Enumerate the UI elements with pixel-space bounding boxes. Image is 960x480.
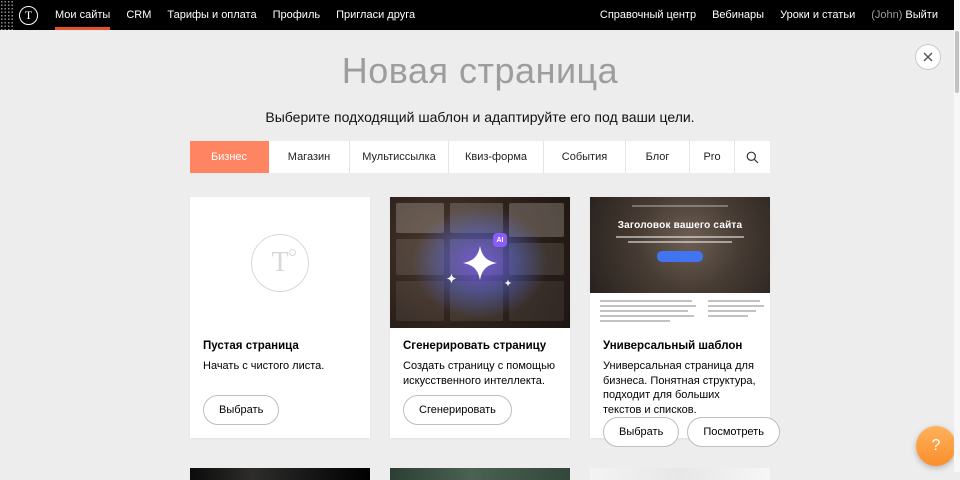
nav-item-webinars[interactable]: Вебинары	[704, 0, 772, 30]
card-description: Начать с чистого листа.	[203, 359, 357, 374]
card-actions: Выбрать Посмотреть	[603, 417, 757, 447]
template-cards-row: T Пустая страница Начать с чистого листа…	[190, 197, 770, 438]
card-title: Сгенерировать страницу	[403, 340, 557, 352]
template-card-partial[interactable]	[590, 468, 770, 480]
tab-shop[interactable]: Магазин	[269, 141, 350, 173]
blank-template-preview: T	[190, 197, 370, 328]
template-card-blank: T Пустая страница Начать с чистого листа…	[190, 197, 370, 438]
tab-multilink[interactable]: Мультиссылка	[350, 141, 449, 173]
preview-text-line	[616, 236, 744, 238]
preview-text-line	[600, 300, 692, 302]
card-body: Сгенерировать страницу Создать страницу …	[390, 328, 570, 438]
preview-text-block	[590, 293, 770, 328]
topbar: T Мои сайты CRM Тарифы и оплата Профиль …	[0, 0, 954, 30]
tab-quiz-form[interactable]: Квиз-форма	[449, 141, 544, 173]
topbar-nav-right: Справочный центр Вебинары Уроки и статьи…	[592, 0, 954, 30]
card-body: Пустая страница Начать с чистого листа. …	[190, 328, 370, 438]
template-card-universal: Заголовок вашего сайта	[590, 197, 770, 438]
card-actions: Выбрать	[203, 395, 357, 425]
nav-item-profile[interactable]: Профиль	[265, 0, 329, 30]
card-title: Универсальный шаблон	[603, 340, 757, 352]
preview-universal-button[interactable]: Посмотреть	[687, 417, 780, 447]
preview-cta-button	[657, 251, 703, 262]
card-description: Создать страницу с помощью искусственног…	[403, 359, 557, 388]
universal-template-preview: Заголовок вашего сайта	[590, 197, 770, 328]
template-card-partial[interactable]	[390, 468, 570, 480]
preview-hero-title: Заголовок вашего сайта	[618, 220, 743, 231]
nav-item-help-center[interactable]: Справочный центр	[592, 0, 704, 30]
preview-text-line	[600, 305, 696, 307]
preview-text-line	[708, 315, 748, 317]
preview-text-line	[708, 305, 764, 307]
nav-item-my-sites[interactable]: Мои сайты	[47, 0, 118, 30]
preview-text-line	[708, 310, 756, 312]
preview-text-line	[600, 315, 694, 317]
texture-pattern	[0, 0, 13, 30]
sparkle-icon	[504, 279, 512, 287]
preview-hero: Заголовок вашего сайта	[590, 197, 770, 293]
template-category-tabs: Бизнес Магазин Мультиссылка Квиз-форма С…	[190, 141, 770, 173]
tab-events[interactable]: События	[544, 141, 626, 173]
preview-text-line	[600, 320, 670, 322]
template-card-partial[interactable]	[190, 468, 370, 480]
preview-text-column	[708, 300, 764, 328]
template-card-ai-generate: AI Сгенерировать страницу Создать страни…	[390, 197, 570, 438]
card-actions: Сгенерировать	[403, 395, 557, 425]
choose-universal-button[interactable]: Выбрать	[603, 417, 679, 447]
tab-search[interactable]	[735, 141, 770, 173]
scrollbar[interactable]	[954, 0, 960, 472]
search-icon	[746, 151, 759, 164]
tilda-logo-icon: T	[19, 6, 38, 25]
preview-text-line	[708, 300, 760, 302]
preview-text-column	[600, 300, 696, 328]
nav-item-crm[interactable]: CRM	[118, 0, 159, 30]
template-cards-row-2	[190, 468, 770, 480]
choose-blank-button[interactable]: Выбрать	[203, 395, 279, 425]
preview-text-line	[628, 241, 732, 243]
close-icon	[923, 52, 933, 62]
card-description: Универсальная страница для бизнеса. Поня…	[603, 359, 757, 417]
ai-template-preview: AI	[390, 197, 570, 328]
page-title: Новая страница	[0, 50, 960, 92]
tab-business[interactable]: Бизнес	[190, 141, 269, 173]
ai-badge: AI	[493, 233, 507, 247]
logout-label: Выйти	[905, 9, 938, 21]
ai-sparkle-icon	[461, 244, 499, 282]
nav-item-tariffs[interactable]: Тарифы и оплата	[159, 0, 264, 30]
nav-item-logout[interactable]: (John) Выйти	[863, 0, 946, 30]
close-button[interactable]	[915, 44, 941, 70]
scrollbar-thumb[interactable]	[955, 31, 959, 93]
preview-nav-placeholder	[632, 205, 728, 207]
tab-blog[interactable]: Блог	[626, 141, 690, 173]
card-body: Универсальный шаблон Универсальная стран…	[590, 328, 770, 460]
page-subtitle: Выберите подходящий шаблон и адаптируйте…	[0, 109, 960, 125]
topbar-nav-left: Мои сайты CRM Тарифы и оплата Профиль Пр…	[47, 0, 423, 30]
user-name: (John)	[871, 9, 902, 21]
tab-pro[interactable]: Pro	[690, 141, 735, 173]
nav-item-invite-friend[interactable]: Пригласи друга	[328, 0, 423, 30]
preview-text-line	[600, 310, 688, 312]
help-button[interactable]: ?	[916, 426, 956, 466]
tilda-mark-icon: T	[251, 234, 309, 292]
generate-button[interactable]: Сгенерировать	[403, 395, 512, 425]
sparkle-icon	[446, 273, 457, 284]
tilda-logo[interactable]: T	[13, 0, 47, 30]
nav-item-lessons[interactable]: Уроки и статьи	[772, 0, 863, 30]
card-title: Пустая страница	[203, 340, 357, 352]
